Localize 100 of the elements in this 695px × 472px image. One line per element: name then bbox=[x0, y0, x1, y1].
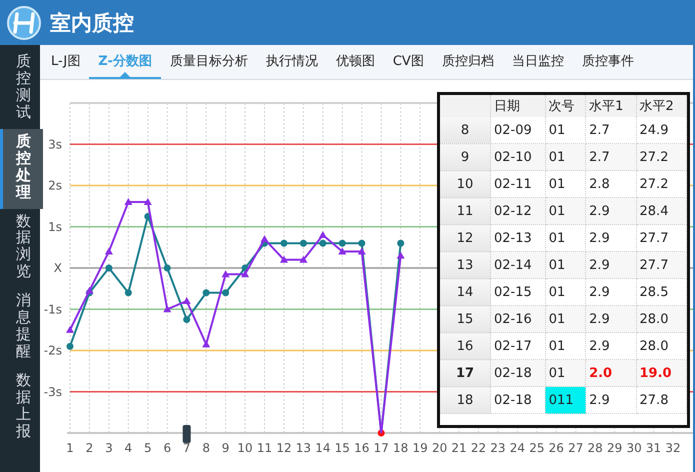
data-point bbox=[182, 297, 191, 304]
table-cell: 28.4 bbox=[636, 198, 686, 224]
table-cell: 2.7 bbox=[586, 144, 636, 170]
row-number[interactable]: 18 bbox=[440, 386, 490, 414]
axis-label: 23 bbox=[490, 441, 506, 455]
axis-label: 14 bbox=[315, 441, 330, 455]
table-cell: 011 bbox=[545, 386, 586, 414]
axis-label: 3 bbox=[105, 441, 113, 455]
tab[interactable]: L-J图 bbox=[42, 45, 90, 79]
sidebar-item[interactable]: 数据浏览 bbox=[0, 208, 43, 288]
row-number[interactable]: 16 bbox=[440, 332, 490, 360]
table-cell: 2.9 bbox=[586, 252, 636, 278]
data-point bbox=[378, 430, 385, 436]
axis-label: 27 bbox=[568, 441, 584, 455]
data-point bbox=[300, 240, 307, 247]
tab[interactable]: 质控事件 bbox=[572, 45, 643, 79]
table-cell: 2.0 bbox=[586, 360, 636, 386]
table-cell: 2.9 bbox=[586, 198, 636, 224]
sidebar-item[interactable]: 质控测试 bbox=[0, 49, 43, 129]
table-cell: 01 bbox=[545, 360, 586, 386]
axis-label: 25 bbox=[529, 441, 544, 455]
axis-label: 32 bbox=[665, 441, 681, 455]
data-point bbox=[124, 198, 132, 205]
axis-label: 10 bbox=[237, 441, 253, 455]
data-point bbox=[183, 316, 190, 324]
axis-label: X bbox=[54, 261, 62, 275]
axis-label: 28 bbox=[588, 441, 603, 455]
data-point bbox=[105, 264, 112, 272]
data-point bbox=[144, 212, 152, 220]
data-point bbox=[163, 305, 172, 312]
row-number[interactable]: 15 bbox=[440, 306, 490, 332]
table-cell: 27.8 bbox=[636, 386, 686, 414]
table-cell: 19.0 bbox=[636, 360, 686, 386]
axis-label: 30 bbox=[626, 441, 642, 455]
data-point bbox=[66, 326, 74, 333]
data-point bbox=[202, 340, 210, 348]
axis-label: 1s bbox=[48, 220, 62, 234]
data-point bbox=[222, 289, 230, 296]
axis-label: 17 bbox=[374, 441, 389, 455]
axis-label: 21 bbox=[451, 441, 467, 455]
sidebar-item[interactable]: 消息提醒 bbox=[0, 288, 43, 368]
table-cell: 02-14 bbox=[490, 252, 546, 278]
column-header: 水平2 bbox=[636, 95, 686, 117]
row-number[interactable]: 9 bbox=[440, 144, 490, 170]
axis-label: -2s bbox=[44, 344, 62, 358]
axis-label: 13 bbox=[296, 441, 312, 455]
data-point bbox=[299, 256, 308, 263]
axis-label: 11 bbox=[256, 441, 272, 455]
table-cell: 2.9 bbox=[586, 386, 636, 414]
data-point bbox=[144, 198, 152, 205]
axis-label: 26 bbox=[548, 441, 564, 455]
axis-label: 2s bbox=[48, 178, 62, 192]
data-point bbox=[280, 256, 288, 263]
axis-label: 19 bbox=[412, 441, 428, 455]
axis-label: -3s bbox=[44, 384, 62, 399]
table-cell: 2.9 bbox=[586, 306, 636, 332]
data-point bbox=[396, 252, 405, 259]
data-point bbox=[164, 264, 171, 272]
axis-label: 2 bbox=[86, 441, 94, 455]
axis-label: 24 bbox=[510, 441, 526, 455]
table-cell: 27.7 bbox=[636, 252, 686, 278]
data-point bbox=[318, 231, 327, 238]
table-cell: 27.2 bbox=[636, 144, 686, 170]
axis-label: 18 bbox=[393, 441, 408, 455]
tab[interactable]: 执行情况 bbox=[256, 45, 327, 79]
tab[interactable]: 当日监控 bbox=[502, 45, 573, 79]
data-point bbox=[104, 248, 113, 254]
axis-label: 6 bbox=[163, 441, 172, 455]
axis-label: 16 bbox=[354, 441, 370, 455]
tab[interactable]: 质控归档 bbox=[432, 45, 503, 79]
row-number[interactable]: 12 bbox=[440, 224, 490, 252]
app-title: 室内质控 bbox=[50, 10, 134, 36]
axis-label: 7 bbox=[182, 441, 191, 455]
data-point bbox=[222, 270, 230, 278]
table-cell: 28.0 bbox=[636, 306, 686, 332]
axis-label: 20 bbox=[432, 441, 448, 455]
axis-label: 12 bbox=[276, 441, 292, 455]
table-cell: 01 bbox=[545, 198, 586, 224]
sidebar-item[interactable]: 质控处理 bbox=[0, 128, 43, 208]
data-point bbox=[124, 289, 132, 296]
row-number[interactable]: 10 bbox=[440, 170, 490, 198]
row-number[interactable]: 13 bbox=[440, 252, 490, 278]
axis-label: 3s bbox=[48, 137, 62, 152]
row-number[interactable]: 11 bbox=[440, 198, 490, 224]
sidebar-item[interactable]: 数据上报 bbox=[0, 368, 43, 448]
table-cell: 02-18 bbox=[490, 360, 546, 386]
tab[interactable]: CV图 bbox=[384, 45, 433, 79]
row-number[interactable]: 17 bbox=[440, 360, 490, 386]
tab[interactable]: 质量目标分析 bbox=[160, 45, 257, 79]
row-number[interactable]: 8 bbox=[440, 117, 490, 144]
data-point bbox=[202, 289, 210, 296]
range-handle[interactable] bbox=[182, 425, 191, 443]
table-cell: 01 bbox=[545, 306, 586, 332]
tab[interactable]: 优顿图 bbox=[326, 45, 384, 79]
row-number[interactable]: 14 bbox=[440, 278, 490, 306]
axis-label: 5 bbox=[144, 441, 152, 455]
axis-label: 29 bbox=[607, 441, 622, 455]
axis-label: 1 bbox=[66, 441, 74, 455]
axis-label: 4 bbox=[124, 441, 132, 455]
data-point bbox=[319, 240, 326, 247]
